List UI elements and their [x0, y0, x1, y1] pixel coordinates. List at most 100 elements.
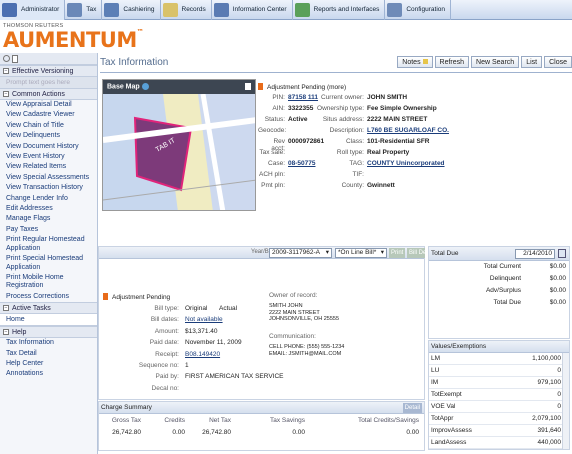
- flag-icon: [258, 83, 263, 90]
- total-label: Adv/Surplus: [485, 287, 521, 294]
- field-value[interactable]: COUNTY Unincorporated: [367, 160, 445, 167]
- sidebar-item-manage-flags[interactable]: Manage Flags: [0, 214, 97, 224]
- page-title: Tax Information: [100, 57, 169, 68]
- sidebar-item-help-center[interactable]: Help Center: [0, 359, 97, 369]
- value-row: IM 979,100: [429, 377, 569, 389]
- sidebar-item-tax-information[interactable]: Tax Information: [0, 338, 97, 348]
- brand-header: THOMSON REUTERS AUMENTUM™: [0, 20, 572, 53]
- sidebar-item-process-corrections[interactable]: Process Corrections: [0, 292, 97, 302]
- sidebar-item-print-mobile-home-registration[interactable]: Print Mobile Home Registration: [0, 273, 97, 292]
- field-label: Situs address:: [322, 116, 364, 123]
- charge-detail-button[interactable]: Detail: [402, 403, 422, 413]
- common-actions-header[interactable]: − Common Actions: [0, 88, 97, 100]
- sidebar-item-home[interactable]: Home: [0, 314, 97, 327]
- sidebar-item-tax-detail[interactable]: Tax Detail: [0, 349, 97, 359]
- collapse-icon[interactable]: −: [3, 68, 9, 74]
- calendar-icon[interactable]: [558, 249, 566, 258]
- collapse-icon[interactable]: −: [3, 91, 9, 97]
- cash-register-icon: [104, 2, 120, 17]
- sidebar-item-pay-taxes[interactable]: Pay Taxes: [0, 225, 97, 235]
- active-tasks-header[interactable]: − Active Tasks: [0, 302, 97, 315]
- records-folder-icon: [162, 2, 178, 17]
- field-label: AIN:: [272, 105, 285, 112]
- sidebar-item-view-event-history[interactable]: View Event History: [0, 152, 97, 162]
- total-due-rows: Total Current $0.00 Delinquent $0.00 Adv/Sur…: [429, 261, 569, 309]
- base-map[interactable]: Base Map TAB IT: [102, 79, 256, 211]
- sidebar-item-print-special-homestead-application[interactable]: Print Special Homestead Application: [0, 254, 97, 273]
- collapse-icon[interactable]: −: [3, 305, 9, 312]
- total-row: Total Due $0.00: [429, 297, 569, 309]
- left-sidebar: − Effective Versioning Prompt text goes h…: [0, 53, 98, 454]
- field-label: TAG:: [349, 160, 364, 167]
- sidebar-item-view-cadastre-viewer[interactable]: View Cadastre Viewer: [0, 110, 97, 120]
- year-bill-select[interactable]: 2009-3117962-A ▾: [269, 248, 332, 258]
- value-label: TotExempt: [431, 391, 462, 398]
- new-search-button[interactable]: New Search: [471, 56, 520, 68]
- bill-detail-button[interactable]: Bill Detail: [407, 248, 425, 258]
- sidebar-item-view-delinquents[interactable]: View Delinquents: [0, 131, 97, 141]
- nav-tab-reports-and-interfaces[interactable]: Reports and Interfaces: [293, 0, 386, 20]
- nav-tab-configuration[interactable]: Configuration: [385, 0, 451, 20]
- nav-tab-label: Tax: [86, 6, 97, 13]
- sidebar-item-view-document-history[interactable]: View Document History: [0, 142, 97, 152]
- nav-tab-records[interactable]: Records: [161, 0, 212, 20]
- bill-field-value[interactable]: B08.149420: [185, 351, 220, 358]
- help-header[interactable]: − Help: [0, 326, 97, 339]
- notes-button[interactable]: Notes: [397, 56, 433, 68]
- person-icon[interactable]: [3, 55, 10, 62]
- common-actions-list: View Appraisal Detail View Cadastre Viewe…: [0, 100, 97, 302]
- flag-icon: [103, 293, 108, 300]
- close-button[interactable]: Close: [544, 56, 572, 68]
- nav-tab-information-center[interactable]: Information Center: [212, 0, 293, 20]
- charge-cell: 0.00: [172, 429, 185, 436]
- top-nav-bar: Administrator Tax Cashiering Records Informa…: [0, 0, 572, 20]
- effective-versioning-header[interactable]: − Effective Versioning: [0, 65, 97, 77]
- print-button[interactable]: Print: [389, 248, 406, 258]
- charge-cell: 26,742.80: [112, 429, 141, 436]
- value-label: IM: [431, 379, 439, 386]
- bill-field-label: Decal no:: [151, 384, 179, 392]
- sidebar-item-print-regular-homestead-application[interactable]: Print Regular Homestead Application: [0, 235, 97, 254]
- values-title: Values/Exemptions: [431, 343, 487, 350]
- nav-tab-administrator[interactable]: Administrator: [0, 0, 66, 20]
- field-value[interactable]: L760 BE SUGARLOAF CO.: [367, 127, 449, 134]
- sidebar-item-annotations[interactable]: Annotations: [0, 369, 97, 379]
- nav-tab-label: Information Center: [232, 6, 287, 13]
- nav-tab-cashiering[interactable]: Cashiering: [102, 0, 161, 20]
- total-value: $0.00: [549, 287, 566, 294]
- document-icon[interactable]: [12, 54, 18, 63]
- field-label: Case:: [268, 160, 285, 167]
- total-row: Total Current $0.00: [429, 261, 569, 273]
- field-label: Geocode:: [258, 127, 287, 134]
- field-label: PIN:: [272, 94, 285, 101]
- nav-tab-label: Cashiering: [123, 6, 155, 13]
- product-logo: AUMENTUM™: [3, 28, 144, 52]
- map-maximize-icon[interactable]: [245, 83, 251, 90]
- bill-field-label: Sequence no:: [138, 362, 179, 369]
- sidebar-item-view-appraisal-detail[interactable]: View Appraisal Detail: [0, 100, 97, 110]
- field-label: Class:: [345, 138, 364, 145]
- sidebar-item-view-related-items[interactable]: View Related Items: [0, 162, 97, 172]
- collapse-icon[interactable]: −: [3, 329, 9, 336]
- sidebar-item-view-chain-of-title[interactable]: View Chain of Title: [0, 121, 97, 131]
- field-value: Gwinnett: [367, 182, 395, 189]
- sidebar-item-view-transaction-history[interactable]: View Transaction History: [0, 183, 97, 193]
- sidebar-item-edit-addresses[interactable]: Edit Addresses: [0, 204, 97, 214]
- values-rows: LM 1,100,000 LU 0 IM 979,100 TotExempt 0 VOE Val…: [429, 353, 569, 449]
- value-label: LandAssess: [431, 439, 467, 446]
- charge-summary-panel: Charge Summary Detail Gross Tax Credits Ne…: [98, 401, 425, 451]
- total-value: $0.00: [549, 299, 566, 306]
- refresh-button[interactable]: Refresh: [434, 56, 470, 68]
- value-row: LandAssess 440,000: [429, 437, 569, 449]
- total-due-panel: Total Due 2/14/2010 Total Current $0.00 De…: [428, 246, 570, 339]
- sidebar-item-view-special-assessments[interactable]: View Special Assessments: [0, 173, 97, 183]
- value-amount: 440,000: [537, 439, 562, 446]
- nav-tab-tax[interactable]: Tax: [65, 0, 103, 20]
- bill-type-select[interactable]: *On Line Bill* ▾: [335, 248, 387, 258]
- sidebar-item-change-lender-info[interactable]: Change Lender Info: [0, 194, 97, 204]
- values-scrollbar[interactable]: [562, 353, 569, 449]
- list-button[interactable]: List: [521, 56, 543, 68]
- total-due-date-input[interactable]: 2/14/2010: [515, 249, 555, 259]
- sidebar-search-input[interactable]: Prompt text goes here: [0, 77, 97, 88]
- bill-field-value[interactable]: Not available: [185, 316, 223, 323]
